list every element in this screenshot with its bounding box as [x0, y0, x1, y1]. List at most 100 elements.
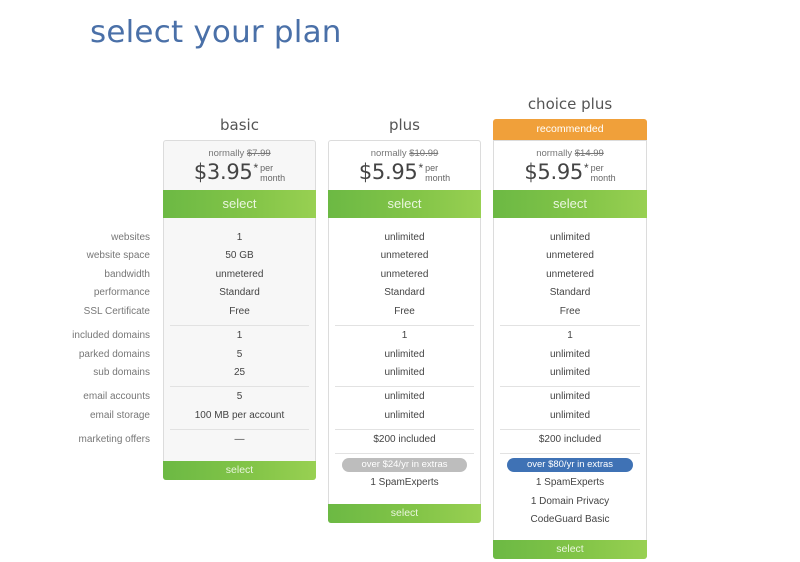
select-button[interactable]: select — [328, 190, 481, 218]
struck-price: $14.99 — [574, 148, 604, 159]
extras-badge: over $24/yr in extras — [342, 458, 467, 472]
plan-card: normally $7.99 $3.95* per month select 1 5… — [163, 140, 316, 480]
normally-label: normally — [536, 148, 573, 159]
per-label: per — [590, 163, 604, 173]
feature-websites: unlimited — [384, 232, 425, 243]
plan-name: plus — [388, 116, 420, 134]
feature-website-space: 50 GB — [225, 250, 254, 261]
feature-parked-domains: 5 — [236, 349, 243, 360]
label-included-domains: included domains — [72, 330, 150, 341]
feature-sub-domains: unlimited — [549, 367, 591, 378]
plan-choice-plus: choice plus recommended normally $14.99 … — [493, 0, 647, 562]
divider — [335, 386, 474, 387]
feature-performance: Standard — [219, 287, 260, 298]
per-month: per month — [425, 163, 450, 183]
asterisk: * — [418, 161, 424, 175]
normal-price: normally $7.99 — [164, 148, 315, 159]
divider — [500, 325, 640, 326]
price-box: normally $7.99 $3.95* per month — [164, 141, 315, 191]
feature-parked-domains: unlimited — [384, 349, 425, 360]
divider — [170, 386, 309, 387]
select-button[interactable]: select — [163, 190, 316, 218]
label-bandwidth: bandwidth — [104, 269, 150, 280]
label-email-storage: email storage — [89, 410, 150, 421]
feature-sub-domains: 25 — [233, 367, 246, 378]
extra-item: 1 SpamExperts — [535, 477, 605, 488]
label-websites: websites — [111, 232, 150, 243]
normally-label: normally — [370, 148, 407, 159]
normally-label: normally — [208, 148, 245, 159]
price-line: $3.95* per month — [164, 160, 315, 184]
price-line: $5.95* per month — [494, 160, 646, 184]
feature-bandwidth: unmetered — [380, 269, 429, 280]
bottom-select-button[interactable]: select — [163, 461, 316, 480]
label-performance: performance — [93, 287, 150, 298]
divider — [500, 429, 640, 430]
feature-email-storage: unlimited — [549, 410, 591, 421]
feature-parked-domains: unlimited — [549, 349, 591, 360]
feature-sub-domains: unlimited — [384, 367, 425, 378]
price: $3.95 — [193, 160, 253, 184]
feature-ssl: Free — [394, 306, 415, 317]
price-box: normally $14.99 $5.95* per month — [494, 141, 646, 191]
plan-plus: plus normally $10.99 $5.95* per month sele… — [328, 0, 481, 562]
extras-badge: over $80/yr in extras — [507, 458, 633, 472]
feature-website-space: unmetered — [546, 250, 594, 261]
feature-ssl: Free — [229, 306, 250, 317]
extra-item: CodeGuard Basic — [530, 514, 610, 525]
feature-performance: Standard — [549, 287, 591, 298]
feature-bandwidth: unmetered — [546, 269, 594, 280]
period-label: month — [425, 173, 451, 183]
feature-performance: Standard — [384, 287, 425, 298]
feature-email-storage: unlimited — [384, 410, 425, 421]
divider — [500, 453, 640, 454]
per-month: per month — [591, 163, 616, 183]
per-month: per month — [260, 163, 285, 183]
feature-website-space: unmetered — [380, 250, 429, 261]
price: $5.95 — [358, 160, 418, 184]
feature-bandwidth: unmetered — [215, 269, 264, 280]
feature-email-accounts: unlimited — [384, 391, 425, 402]
feature-marketing-offers: — — [234, 434, 245, 445]
feature-marketing-offers: $200 included — [538, 434, 602, 445]
extra-item: 1 Domain Privacy — [530, 496, 610, 507]
plan-card: normally $14.99 $5.95* per month select un… — [493, 140, 647, 559]
price-box: normally $10.99 $5.95* per month — [329, 141, 480, 191]
plan-name: choice plus — [527, 95, 613, 113]
select-button[interactable]: select — [493, 190, 647, 218]
feature-websites: unlimited — [549, 232, 591, 243]
divider — [170, 429, 309, 430]
plan-card: normally $10.99 $5.95* per month select un… — [328, 140, 481, 523]
feature-email-accounts: unlimited — [549, 391, 591, 402]
feature-ssl: Free — [559, 306, 581, 317]
asterisk: * — [583, 161, 589, 175]
label-website-space: website space — [86, 250, 150, 261]
label-sub-domains: sub domains — [93, 367, 150, 378]
divider — [335, 453, 474, 454]
period-label: month — [260, 173, 286, 183]
plan-name: basic — [220, 116, 259, 134]
extra-item: 1 SpamExperts — [370, 477, 439, 488]
plan-basic: basic normally $7.99 $3.95* per month sele… — [163, 0, 316, 562]
price: $5.95 — [524, 160, 583, 184]
feature-email-storage: 100 MB per account — [194, 410, 285, 421]
divider — [170, 325, 309, 326]
feature-included-domains: 1 — [236, 330, 243, 341]
feature-included-domains: 1 — [567, 330, 573, 341]
feature-marketing-offers: $200 included — [373, 434, 436, 445]
per-label: per — [425, 163, 439, 173]
bottom-select-button[interactable]: select — [328, 504, 481, 523]
divider — [335, 325, 474, 326]
feature-email-accounts: 5 — [236, 391, 243, 402]
label-ssl-certificate: SSL Certificate — [83, 306, 150, 317]
asterisk: * — [253, 161, 259, 175]
label-parked-domains: parked domains — [78, 349, 150, 360]
bottom-select-button[interactable]: select — [493, 540, 647, 559]
price-line: $5.95* per month — [329, 160, 480, 184]
normal-price: normally $14.99 — [494, 148, 646, 159]
feature-websites: 1 — [236, 232, 243, 243]
struck-price: $10.99 — [409, 148, 439, 159]
struck-price: $7.99 — [246, 148, 271, 159]
feature-included-domains: 1 — [401, 330, 408, 341]
label-email-accounts: email accounts — [83, 391, 150, 402]
